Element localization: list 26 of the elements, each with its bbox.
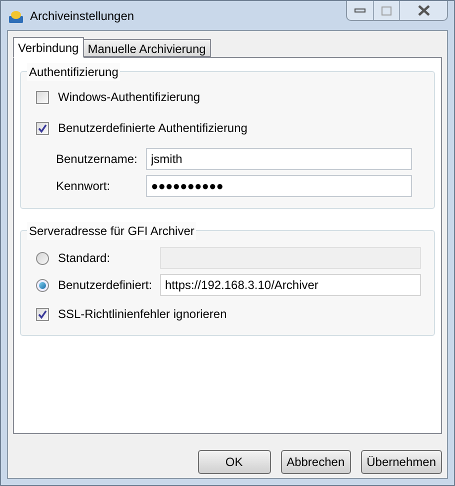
input-field[interactable]: jsmith xyxy=(146,148,412,170)
input-field[interactable]: ●●●●●●●●●● xyxy=(146,175,412,197)
checkbox-label: Windows-Authentifizierung xyxy=(58,89,200,106)
radio-button[interactable] xyxy=(36,278,49,292)
input-field[interactable]: https://192.168.3.10/Archiver xyxy=(160,274,421,296)
dialog-button[interactable]: Übernehmen xyxy=(360,450,442,474)
checkbox-label: Benutzerdefinierte Authentifizierung xyxy=(58,120,248,137)
checkbox[interactable] xyxy=(36,308,49,320)
close-icon xyxy=(416,5,430,16)
minimize-icon xyxy=(354,8,366,14)
checkbox-label: SSL-Richtlinienfehler ignorieren xyxy=(58,306,227,323)
checkbox[interactable] xyxy=(36,90,49,104)
dialog-button[interactable]: Abbrechen xyxy=(280,450,351,474)
tab[interactable]: Manuelle Archivierung xyxy=(84,39,211,57)
field-label: Kennwort: xyxy=(56,178,112,195)
radio-label: Standard: xyxy=(58,250,110,267)
group-title: Authentifizierung xyxy=(27,63,120,81)
field-label: Benutzername: xyxy=(56,151,138,168)
group-title: Serveradresse für GFI Archiver xyxy=(27,222,196,240)
archive-icon xyxy=(8,8,24,24)
tab[interactable]: Verbindung xyxy=(13,37,84,58)
maximize-icon xyxy=(381,6,392,16)
window-title: Archiveinstellungen xyxy=(30,8,134,25)
checkbox[interactable] xyxy=(36,122,49,134)
dialog-button[interactable]: OK xyxy=(198,450,271,474)
radio-label: Benutzerdefiniert: xyxy=(58,277,152,294)
